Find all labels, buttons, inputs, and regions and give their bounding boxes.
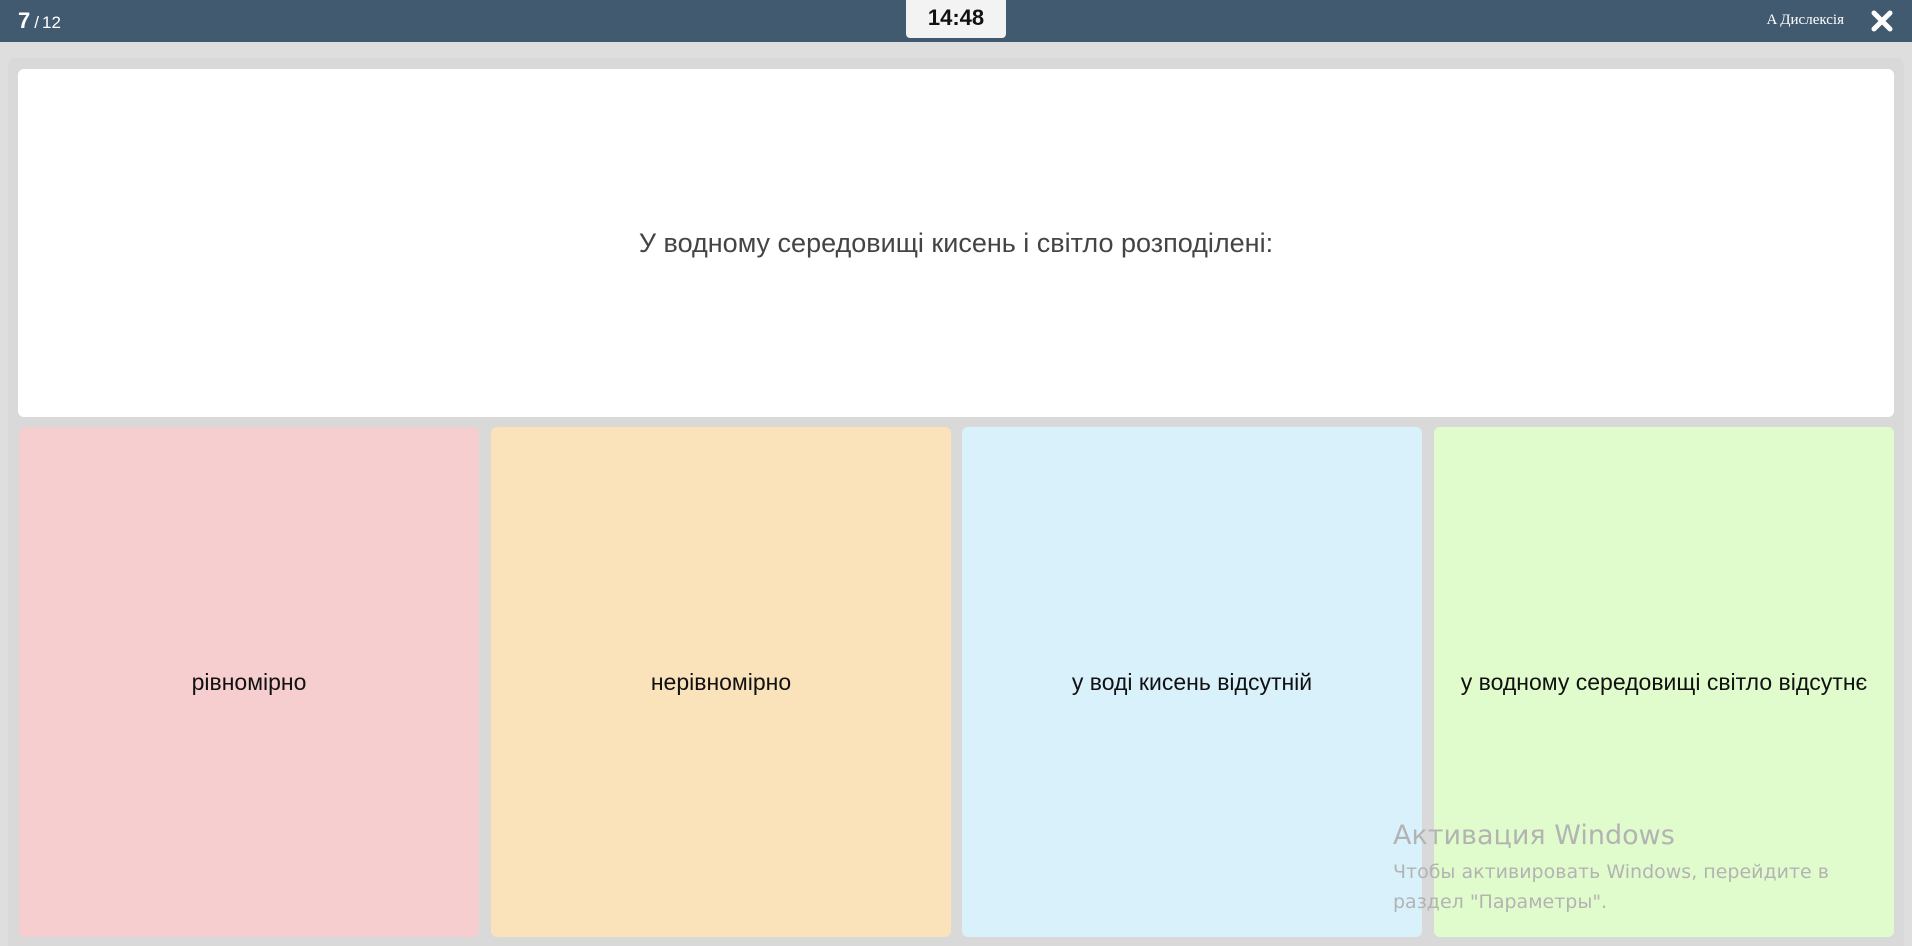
dyslexia-toggle-button[interactable]: A Дислексія: [1767, 8, 1844, 32]
question-progress: 7/12: [18, 6, 61, 36]
close-button[interactable]: [1868, 7, 1896, 35]
answer-option-label: рівномірно: [191, 668, 307, 695]
answer-option-3[interactable]: у воді кисень відсутній: [962, 427, 1422, 937]
answer-option-label: у водному середовищі світло відсутнє: [1460, 668, 1868, 695]
answer-option-4[interactable]: у водному середовищі світло відсутнє: [1434, 427, 1894, 937]
answer-option-1[interactable]: рівномірно: [19, 427, 479, 937]
progress-total: 12: [41, 13, 61, 32]
progress-current: 7: [18, 8, 31, 33]
answer-option-2[interactable]: нерівномірно: [491, 427, 951, 937]
countdown-timer: 14:48: [906, 0, 1006, 38]
close-icon: [1871, 10, 1893, 32]
progress-separator: /: [34, 13, 39, 32]
question-card: У водному середовищі кисень і світло роз…: [18, 69, 1894, 417]
question-text: У водному середовищі кисень і світло роз…: [638, 227, 1274, 258]
top-bar: 7/12 14:48 A Дислексія: [0, 0, 1912, 42]
answer-option-label: нерівномірно: [650, 668, 792, 695]
answer-option-label: у воді кисень відсутній: [1071, 668, 1313, 695]
